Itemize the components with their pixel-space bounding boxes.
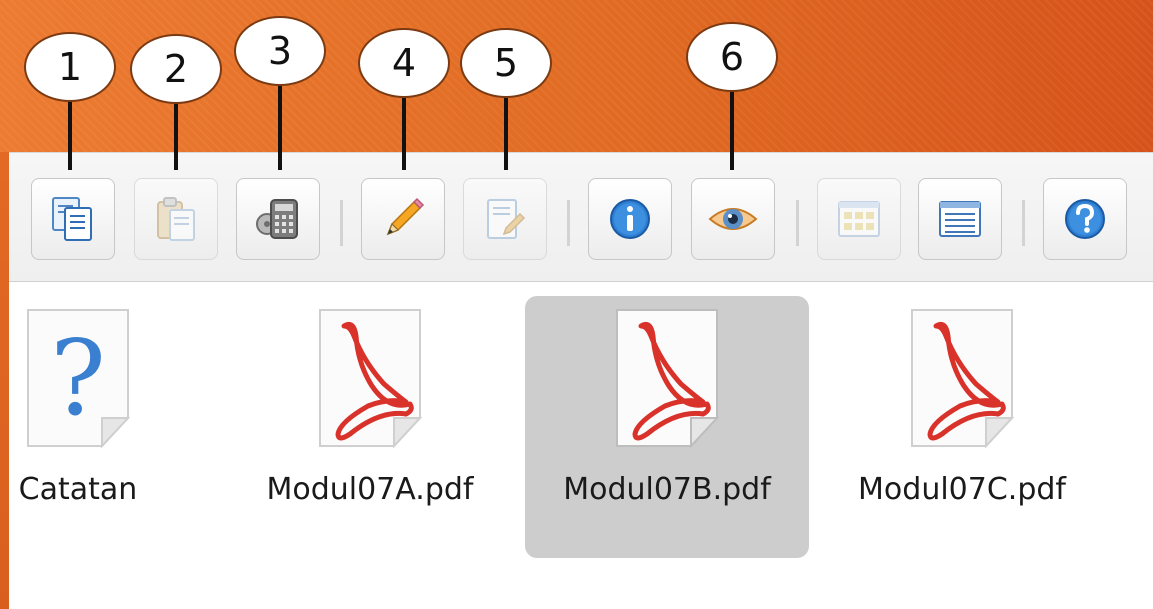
pdf-file-icon bbox=[911, 309, 1015, 449]
pdf-file-icon bbox=[319, 309, 423, 449]
callout-2: 2 bbox=[130, 34, 222, 104]
callout-line-4 bbox=[402, 98, 406, 170]
paste-button[interactable] bbox=[134, 178, 218, 260]
help-icon bbox=[1065, 199, 1105, 239]
callout-6: 6 bbox=[686, 22, 778, 92]
info-button[interactable] bbox=[588, 178, 672, 260]
toolbar-separator bbox=[1022, 200, 1025, 246]
eye-icon bbox=[708, 208, 758, 230]
preview-button[interactable] bbox=[691, 178, 775, 260]
paste-icon bbox=[157, 197, 195, 241]
file-label: Modul07B.pdf bbox=[563, 472, 771, 507]
copy-button[interactable] bbox=[31, 178, 115, 260]
calculator-button[interactable] bbox=[236, 178, 320, 260]
callout-5: 5 bbox=[460, 28, 552, 98]
list-view-icon bbox=[939, 201, 981, 237]
callout-3: 3 bbox=[234, 16, 326, 86]
callout-4: 4 bbox=[358, 28, 450, 98]
callout-1: 1 bbox=[24, 32, 116, 102]
calculator-icon bbox=[256, 199, 298, 239]
list-view-button[interactable] bbox=[918, 178, 1002, 260]
callout-line-3 bbox=[278, 86, 282, 170]
grid-view-icon bbox=[838, 201, 880, 237]
callout-line-6 bbox=[730, 92, 734, 170]
unknown-file-icon: ? bbox=[27, 309, 131, 449]
info-icon bbox=[610, 199, 650, 239]
callout-line-5 bbox=[504, 98, 508, 170]
callout-line-2 bbox=[174, 104, 178, 170]
toolbar-separator bbox=[567, 200, 570, 246]
file-label: Modul07A.pdf bbox=[266, 472, 474, 507]
svg-text:?: ? bbox=[50, 317, 106, 439]
edit-button[interactable] bbox=[463, 178, 547, 260]
toolbar-separator bbox=[796, 200, 799, 246]
edit-document-icon bbox=[487, 199, 526, 239]
file-item-modul07c[interactable]: Modul07C.pdf bbox=[820, 296, 1104, 558]
help-button[interactable] bbox=[1043, 178, 1127, 260]
pdf-file-icon bbox=[616, 309, 720, 449]
pencil-icon bbox=[386, 197, 425, 236]
toolbar-separator bbox=[340, 200, 343, 246]
callout-line-1 bbox=[68, 102, 72, 170]
file-item-modul07b[interactable]: Modul07B.pdf bbox=[525, 296, 809, 558]
file-label: Modul07C.pdf bbox=[858, 472, 1066, 507]
icon-view-button[interactable] bbox=[817, 178, 901, 260]
copy-icon bbox=[52, 197, 92, 241]
file-item-modul07a[interactable]: Modul07A.pdf bbox=[228, 296, 512, 558]
file-label: Catatan bbox=[18, 472, 138, 507]
rename-button[interactable] bbox=[361, 178, 445, 260]
file-item-catatan[interactable]: ? Catatan bbox=[0, 296, 220, 558]
